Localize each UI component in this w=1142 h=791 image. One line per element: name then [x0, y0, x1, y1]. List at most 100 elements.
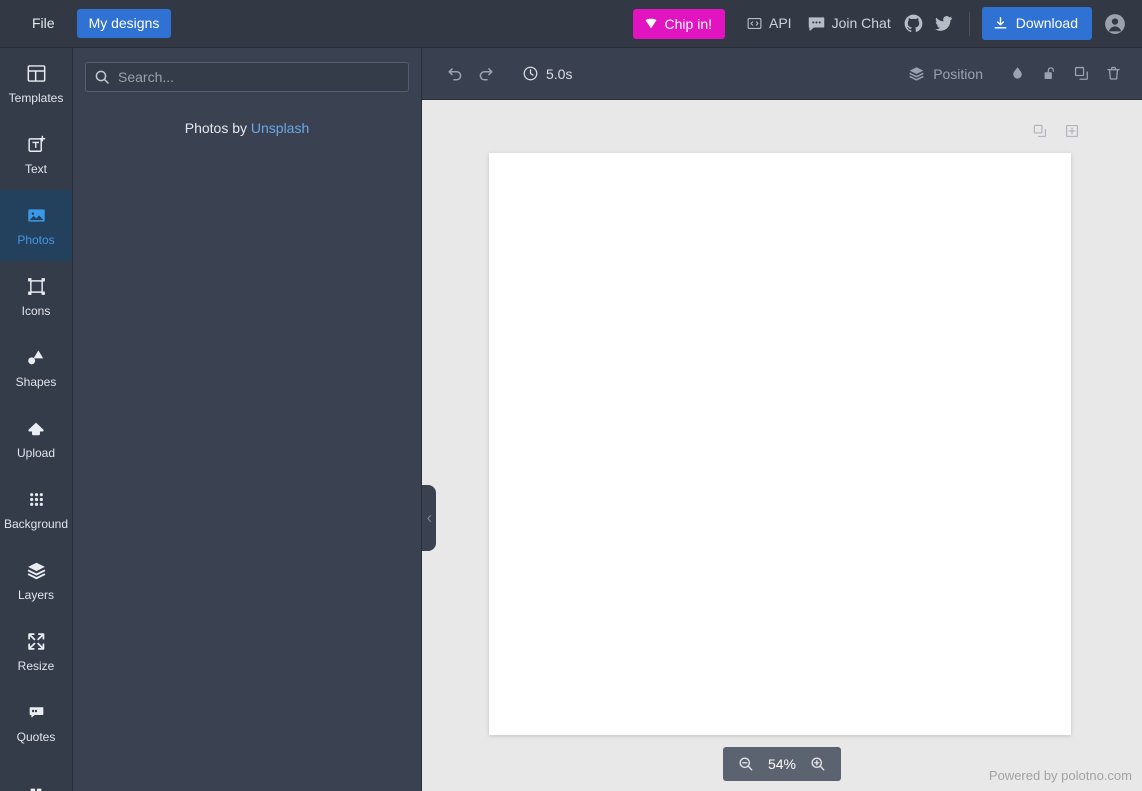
gem-icon [644, 17, 658, 31]
canvas-toolbar: 5.0s Position [422, 48, 1142, 100]
dots-grid-icon [25, 783, 47, 791]
layers-icon [908, 65, 925, 82]
zoom-value[interactable]: 54% [763, 756, 801, 772]
join-chat-link[interactable]: Join Chat [800, 9, 899, 38]
sidebar-item-label: Background [3, 516, 69, 531]
sidebar-item-label: Photos [17, 232, 55, 247]
canvas-column: 5.0s Position 54% Powered by polotno.com [422, 48, 1142, 791]
download-button[interactable]: Download [981, 7, 1092, 40]
chip-in-label: Chip in! [664, 15, 712, 32]
toolbar-right-group: Position [899, 59, 1128, 89]
duplicate-page-icon [1032, 123, 1048, 139]
sidebar-item-label: Text [24, 161, 47, 176]
api-label: API [769, 15, 792, 31]
sidebar-item-label: Layers [17, 587, 55, 602]
sidebar-item-templates[interactable]: Templates [0, 48, 72, 119]
sidebar-item-text[interactable]: Text [0, 119, 72, 190]
unlock-icon [1041, 65, 1058, 82]
sidebar-item-label: Templates [8, 90, 64, 105]
text-add-icon [25, 134, 47, 156]
sidebar-item-label: Shapes [15, 374, 57, 389]
undo-button[interactable] [440, 59, 470, 89]
shapes-icon [25, 347, 47, 369]
design-page[interactable] [489, 153, 1071, 735]
twitter-icon [934, 14, 953, 33]
search-input[interactable] [85, 62, 409, 92]
resize-icon [25, 631, 47, 653]
zoom-out-icon [738, 756, 754, 772]
sidebar-item-photos[interactable]: Photos [0, 190, 72, 261]
redo-button[interactable] [470, 59, 500, 89]
left-rail: Templates Text Photos Icons Shapes Uploa… [0, 48, 73, 791]
dots-grid-icon [25, 489, 47, 511]
delete-button[interactable] [1098, 59, 1128, 89]
join-chat-label: Join Chat [831, 15, 891, 31]
sidebar-item-quotes[interactable]: Quotes [0, 687, 72, 758]
lock-button[interactable] [1034, 59, 1064, 89]
chevron-left-icon [425, 514, 434, 523]
sidebar-item-upload[interactable]: Upload [0, 403, 72, 474]
github-link[interactable] [899, 9, 929, 39]
photo-icon [25, 205, 47, 227]
header-divider [968, 11, 970, 36]
clock-icon [522, 65, 539, 82]
add-page-icon [1064, 123, 1080, 139]
app-body: Templates Text Photos Icons Shapes Uploa… [0, 48, 1142, 791]
unsplash-link[interactable]: Unsplash [251, 120, 309, 136]
sidebar-item-label: Icons [21, 303, 51, 318]
trash-icon [1105, 65, 1122, 82]
zoom-control: 54% [723, 747, 841, 781]
position-button[interactable]: Position [899, 59, 992, 88]
chat-bubble-icon [808, 15, 825, 32]
api-link[interactable]: API [739, 9, 800, 38]
sidebar-item-label: Quotes [16, 729, 56, 744]
search-wrapper [85, 62, 409, 92]
app-root: File My designs Chip in! API Join Chat D… [0, 0, 1142, 791]
github-icon [904, 14, 923, 33]
sidebar-item-layers[interactable]: Layers [0, 545, 72, 616]
page-tools-group [1028, 119, 1084, 143]
droplet-icon [1009, 65, 1026, 82]
sidebar-item-shapes[interactable]: Shapes [0, 332, 72, 403]
photos-credit: Photos by Unsplash [85, 120, 409, 136]
sidebar-item-background[interactable]: Background [0, 474, 72, 545]
templates-icon [25, 63, 47, 85]
shape-frame-icon [25, 276, 47, 298]
position-label: Position [933, 65, 983, 82]
zoom-in-button[interactable] [805, 751, 831, 777]
zoom-in-icon [810, 756, 826, 772]
page-duration-control[interactable]: 5.0s [514, 60, 580, 87]
duplicate-page-button[interactable] [1028, 119, 1052, 143]
account-button[interactable] [1102, 11, 1128, 37]
sidebar-item-overflow[interactable] [0, 758, 72, 791]
sidebar-item-label: Resize [17, 658, 55, 673]
twitter-link[interactable] [929, 9, 959, 39]
layers-icon [25, 560, 47, 582]
zoom-out-button[interactable] [733, 751, 759, 777]
sidebar-item-icons[interactable]: Icons [0, 261, 72, 332]
header-left-group: File My designs [20, 9, 172, 38]
panel-collapse-handle[interactable] [422, 485, 436, 551]
redo-icon [476, 64, 495, 83]
user-avatar-icon [1104, 13, 1126, 35]
photos-panel: Photos by Unsplash [73, 48, 422, 791]
photos-credit-prefix: Photos by [184, 120, 251, 136]
undo-icon [446, 64, 465, 83]
quote-bubble-icon [25, 702, 47, 724]
add-page-button[interactable] [1060, 119, 1084, 143]
header-right-group: Chip in! API Join Chat Download [632, 7, 1128, 40]
code-brackets-icon [747, 16, 762, 31]
page-duration-value: 5.0s [546, 65, 573, 82]
sidebar-item-label: Upload [16, 445, 56, 460]
opacity-button[interactable] [1002, 59, 1032, 89]
file-menu-button[interactable]: File [20, 9, 67, 38]
download-label: Download [1015, 15, 1078, 31]
duplicate-button[interactable] [1066, 59, 1096, 89]
powered-by-label[interactable]: Powered by polotno.com [989, 768, 1132, 783]
chip-in-button[interactable]: Chip in! [632, 8, 725, 39]
duplicate-icon [1073, 65, 1090, 82]
sidebar-item-resize[interactable]: Resize [0, 616, 72, 687]
my-designs-button[interactable]: My designs [76, 9, 172, 38]
download-icon [993, 16, 1008, 31]
canvas-workspace[interactable]: 54% Powered by polotno.com [422, 100, 1142, 791]
